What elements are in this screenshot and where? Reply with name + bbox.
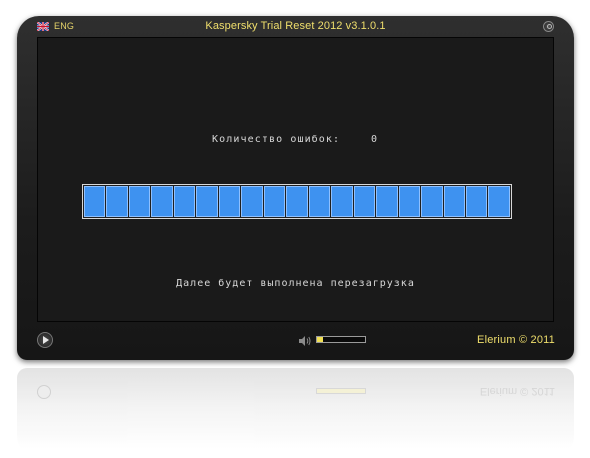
progress-segment — [331, 186, 353, 217]
power-icon[interactable] — [543, 21, 554, 32]
progress-segment — [84, 186, 106, 217]
progress-segment — [218, 186, 241, 217]
speaker-icon[interactable] — [298, 334, 312, 346]
progress-bar — [82, 184, 512, 219]
progress-segment — [106, 186, 128, 217]
progress-segment — [465, 186, 488, 217]
progress-segment — [196, 186, 218, 217]
volume-level-fill — [317, 337, 323, 342]
reflected-credit: Elerium © 2011 — [479, 385, 555, 397]
progress-segment — [308, 186, 331, 217]
reflected-volume-slider — [316, 388, 366, 394]
progress-segment — [241, 186, 263, 217]
bottom-bar: Elerium © 2011 — [17, 322, 574, 360]
progress-segment — [286, 186, 308, 217]
errors-count-label: Количество ошибок: — [212, 134, 341, 145]
window-title: Kaspersky Trial Reset 2012 v3.1.0.1 — [205, 20, 386, 32]
progress-segment — [128, 186, 151, 217]
progress-segment — [488, 186, 510, 217]
errors-count-value: 0 — [371, 134, 378, 145]
volume-slider[interactable] — [316, 336, 366, 343]
main-screen: Количество ошибок: 0 Далее будет выполне… — [37, 37, 554, 322]
progress-segment — [398, 186, 421, 217]
app-window: ENG Kaspersky Trial Reset 2012 v3.1.0.1 … — [17, 16, 574, 360]
progress-segment — [376, 186, 398, 217]
window-reflection: Elerium © 2011 — [17, 368, 574, 458]
progress-segment — [353, 186, 376, 217]
progress-segment — [151, 186, 173, 217]
play-icon[interactable] — [37, 332, 53, 348]
progress-segment — [443, 186, 465, 217]
reflected-play-icon — [37, 385, 51, 399]
title-bar: ENG Kaspersky Trial Reset 2012 v3.1.0.1 — [17, 16, 574, 38]
status-message: Далее будет выполнена перезагрузка — [176, 278, 415, 289]
credit-label: Elerium © 2011 — [477, 334, 555, 346]
progress-segment — [173, 186, 196, 217]
progress-segment — [263, 186, 286, 217]
progress-segment — [421, 186, 443, 217]
